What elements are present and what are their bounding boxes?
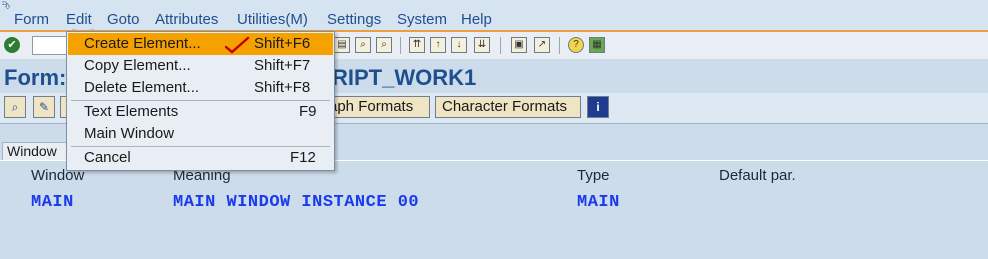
command-field[interactable] xyxy=(32,36,68,55)
menu-goto[interactable]: Goto xyxy=(107,11,140,29)
shortcut-icon[interactable]: ↗ xyxy=(534,37,550,53)
display-change-icon[interactable]: ⌕ xyxy=(4,96,26,118)
menu-item-label: Delete Element... xyxy=(84,79,200,96)
find-icon[interactable]: ⌕ xyxy=(355,37,371,53)
menu-item-shortcut: Shift+F6 xyxy=(254,35,311,52)
cell-meaning[interactable]: MAIN WINDOW INSTANCE 00 xyxy=(173,193,419,212)
menu-bar: ⮷ Form Edit Goto Attributes Utilities(M)… xyxy=(0,0,988,32)
edit-dropdown-menu: Create Element... Shift+F6 Copy Element.… xyxy=(66,31,335,171)
cell-window[interactable]: MAIN xyxy=(31,193,74,212)
menu-form[interactable]: Form xyxy=(14,11,49,29)
app-menu-icon[interactable]: ⮷ xyxy=(2,0,11,12)
next-page-icon[interactable]: ↓ xyxy=(451,37,467,53)
tab-window[interactable]: Window xyxy=(2,142,68,160)
toolbar-separator xyxy=(500,37,501,54)
page-title-prefix: Form: xyxy=(4,65,67,90)
menu-utilities[interactable]: Utilities(M) xyxy=(237,11,308,29)
first-page-icon[interactable]: ⇈ xyxy=(409,37,425,53)
info-icon[interactable]: i xyxy=(587,96,609,118)
menu-item-create-element[interactable]: Create Element... Shift+F6 xyxy=(68,33,333,55)
page-title-suffix: RIPT_WORK1 xyxy=(332,65,477,90)
menu-item-delete-element[interactable]: Delete Element... Shift+F8 xyxy=(68,77,333,99)
column-header-type: Type xyxy=(577,167,610,184)
last-page-icon[interactable]: ⇊ xyxy=(474,37,490,53)
menu-item-shortcut: Shift+F8 xyxy=(254,79,311,96)
menu-item-label: Copy Element... xyxy=(84,57,191,74)
menu-item-label: Text Elements xyxy=(84,103,179,120)
menu-item-shortcut: F12 xyxy=(290,149,316,166)
menu-item-shortcut: F9 xyxy=(299,103,317,120)
menu-item-label: Create Element... xyxy=(84,35,201,52)
previous-page-icon[interactable]: ↑ xyxy=(430,37,446,53)
menu-settings[interactable]: Settings xyxy=(327,11,381,29)
cell-type[interactable]: MAIN xyxy=(577,193,620,212)
menu-help[interactable]: Help xyxy=(461,11,492,29)
toolbar-separator xyxy=(400,37,401,54)
menu-item-shortcut: Shift+F7 xyxy=(254,57,311,74)
menu-item-copy-element[interactable]: Copy Element... Shift+F7 xyxy=(68,55,333,77)
print-icon[interactable]: ▤ xyxy=(334,37,350,53)
paragraph-formats-button[interactable]: aph Formats xyxy=(326,96,430,118)
create-session-icon[interactable]: ▣ xyxy=(511,37,527,53)
menu-attributes[interactable]: Attributes xyxy=(155,11,218,29)
character-formats-button[interactable]: Character Formats xyxy=(435,96,581,118)
red-checkmark-annotation xyxy=(224,36,250,54)
menu-item-label: Cancel xyxy=(84,149,131,166)
column-header-default-par: Default par. xyxy=(719,167,796,184)
edit-icon[interactable]: ✎ xyxy=(33,96,55,118)
menu-item-label: Main Window xyxy=(84,125,175,142)
menu-item-cancel[interactable]: Cancel F12 xyxy=(68,147,333,169)
layout-menu-icon[interactable]: ▦ xyxy=(589,37,605,53)
enter-check-icon[interactable]: ✔ xyxy=(4,37,20,53)
find-next-icon[interactable]: ⌕ xyxy=(376,37,392,53)
help-icon[interactable]: ? xyxy=(568,37,584,53)
menu-system[interactable]: System xyxy=(397,11,447,29)
menu-item-text-elements[interactable]: Text Elements F9 xyxy=(68,101,333,123)
menu-item-main-window[interactable]: Main Window xyxy=(68,123,333,145)
toolbar-separator xyxy=(559,37,560,54)
